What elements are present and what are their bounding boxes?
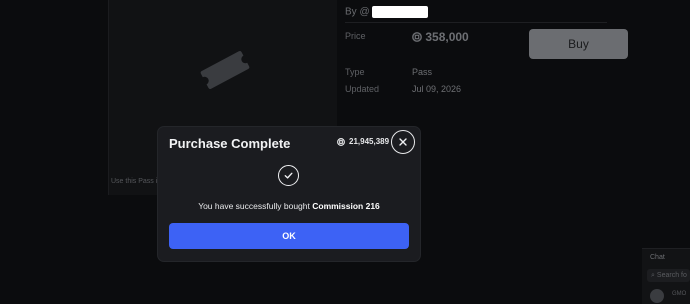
creator-prefix: By @	[345, 6, 370, 18]
price-label: Price	[345, 31, 366, 41]
chat-search-placeholder: Search fo	[656, 272, 687, 279]
close-button[interactable]	[391, 130, 415, 154]
pass-caption: Use this Pass in	[111, 178, 162, 185]
updated-value: Jul 09, 2026	[412, 84, 462, 94]
dialog-title: Purchase Complete	[169, 136, 291, 151]
price-value: 358,000	[412, 30, 469, 44]
purchased-item-name: Commission 216	[312, 201, 380, 211]
divider	[345, 22, 607, 23]
search-icon: ⌕	[651, 271, 655, 279]
updated-label: Updated	[345, 84, 380, 94]
ok-button[interactable]: OK	[169, 223, 409, 249]
buy-button[interactable]: Buy	[529, 29, 628, 59]
close-icon	[399, 138, 407, 146]
success-message: You have successfully bought Commission …	[158, 201, 420, 211]
purchase-complete-dialog: Purchase Complete 21,945,389 You have su…	[158, 127, 420, 261]
robux-icon	[412, 32, 422, 42]
creator-redaction	[371, 6, 428, 18]
success-indicator	[278, 165, 299, 186]
avatar[interactable]	[650, 289, 664, 303]
price-amount: 358,000	[425, 30, 469, 44]
chat-user-name[interactable]: GMO	[672, 291, 686, 297]
checkmark-icon	[284, 172, 293, 179]
chat-title: Chat	[650, 254, 665, 261]
type-value: Pass	[412, 67, 433, 77]
type-label: Type	[345, 67, 365, 77]
balance-amount: 21,945,389	[349, 137, 390, 146]
creator-line: By @	[345, 6, 428, 18]
robux-balance: 21,945,389	[337, 137, 389, 146]
robux-icon	[337, 137, 345, 146]
message-text: You have successfully bought	[198, 201, 313, 211]
chat-search-input[interactable]: ⌕ Search fo	[647, 269, 690, 282]
pass-ticket-icon	[200, 51, 250, 89]
